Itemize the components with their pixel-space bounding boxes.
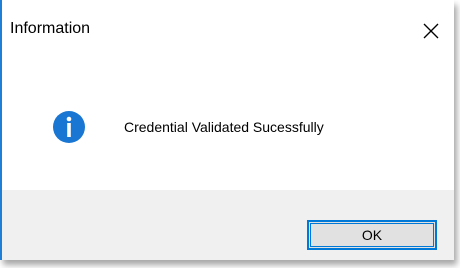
close-button[interactable] xyxy=(408,12,454,50)
info-icon xyxy=(53,111,85,143)
dialog-message: Credential Validated Sucessfully xyxy=(124,119,324,135)
title-bar[interactable]: Information xyxy=(2,0,454,62)
dialog-content: Credential Validated Sucessfully xyxy=(2,62,454,192)
dialog-title: Information xyxy=(10,20,91,37)
dialog-footer: OK xyxy=(2,190,454,260)
ok-button[interactable]: OK xyxy=(307,220,437,250)
information-dialog: Information Credential Validated Sucessf… xyxy=(0,0,454,260)
close-icon xyxy=(423,23,439,39)
